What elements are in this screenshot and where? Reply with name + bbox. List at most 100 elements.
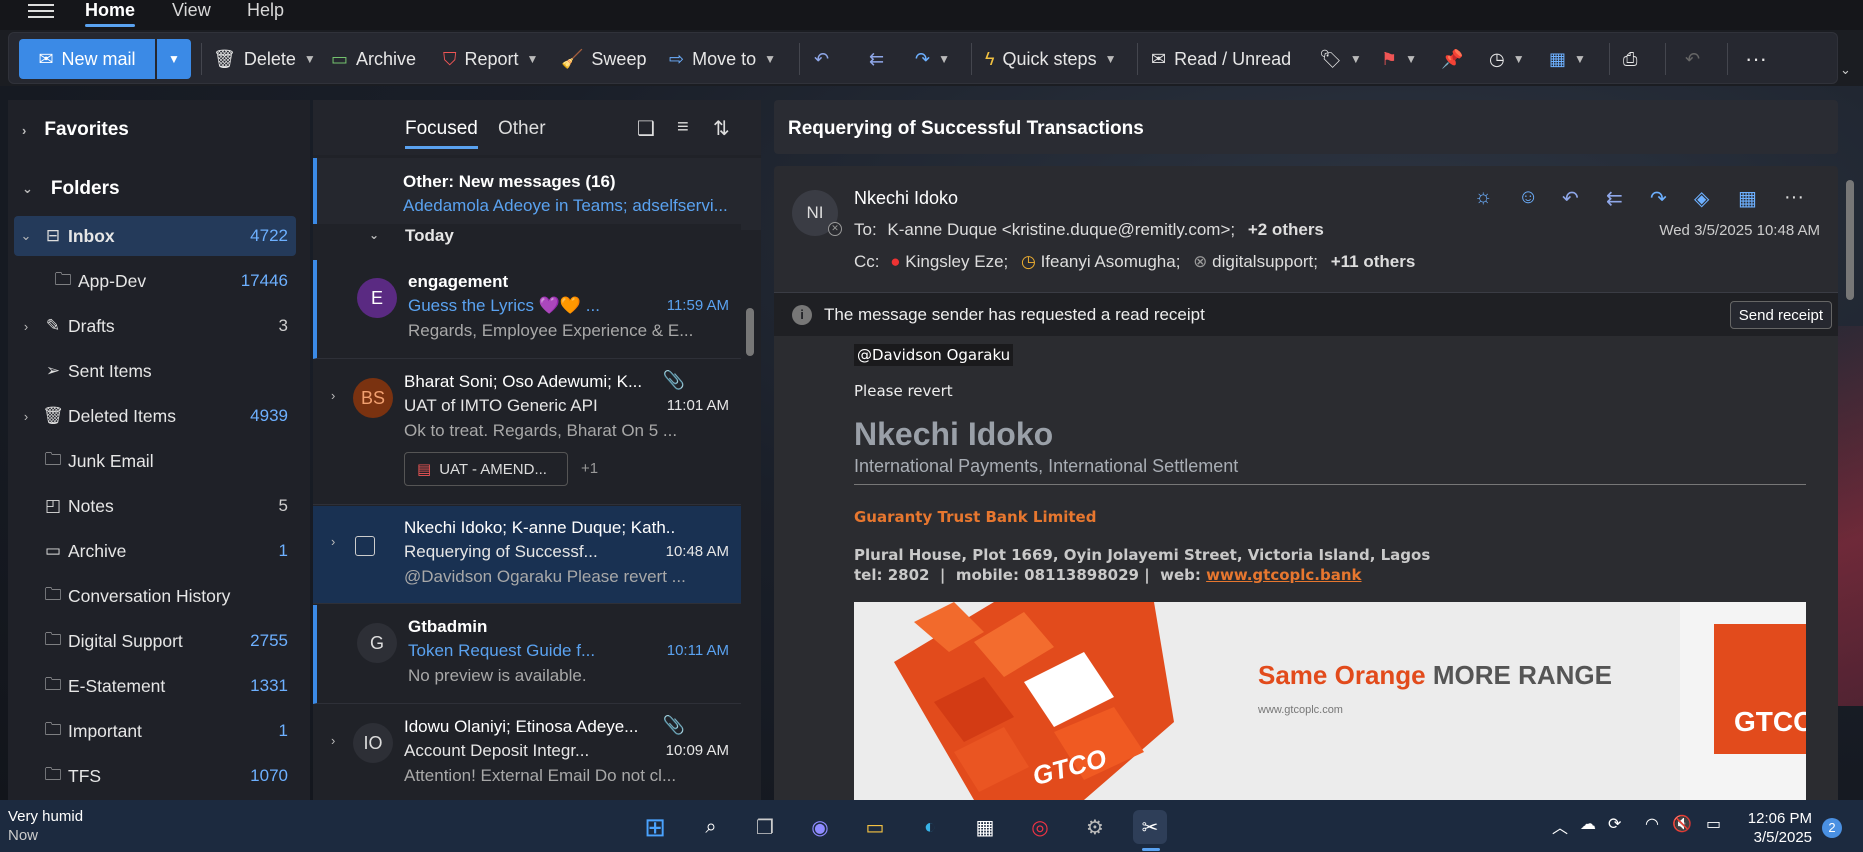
filter-icon[interactable]: ≡ [677, 116, 689, 139]
folder-digital-support[interactable]: 🗀 Digital Support 2755 [14, 621, 296, 661]
folder-drafts[interactable]: › ✎ Drafts 3 [14, 306, 296, 346]
mention[interactable]: @Davidson Ogaraku [854, 344, 1014, 366]
more-actions-icon[interactable]: ··· [1784, 186, 1804, 209]
reading-pane-scrollbar[interactable] [1846, 180, 1854, 300]
chevron-up-icon[interactable]: ︿ [1552, 814, 1568, 838]
read-unread-button[interactable]: ✉ Read / Unread [1151, 41, 1291, 77]
folder-app-dev[interactable]: 🗀 App-Dev 17446 [14, 261, 296, 301]
new-mail-button[interactable]: ✉ New mail [19, 39, 155, 79]
undo-button[interactable]: ↶ [1685, 41, 1700, 77]
send-receipt-button[interactable]: Send receipt [1729, 301, 1832, 329]
chevron-right-icon[interactable]: › [331, 388, 335, 403]
folder-deleted-items[interactable]: › 🗑 Deleted Items 4939 [14, 396, 296, 436]
message-item[interactable]: › BS Bharat Soni; Oso Adewumi; K... 📎 UA… [313, 360, 741, 505]
reply-all-button[interactable]: ⇇ [869, 41, 884, 77]
archive-button[interactable]: ▭ Archive [331, 41, 416, 77]
delete-button[interactable]: 🗑 Delete ▼ [213, 41, 316, 77]
move-to-button[interactable]: ⇨ Move to ▼ [669, 41, 776, 77]
other-new-messages-banner[interactable]: Other: New messages (16) Adedamola Adeoy… [313, 158, 761, 230]
reply-icon[interactable]: ↶ [1562, 186, 1579, 211]
sort-icon[interactable]: ⇅ [713, 116, 730, 141]
folder-notes[interactable]: ◰ Notes 5 [14, 486, 296, 526]
hamburger-menu-icon[interactable] [28, 0, 54, 20]
favorites-header[interactable]: › Favorites [22, 119, 129, 141]
rules-button[interactable]: ▦ ▼ [1549, 41, 1586, 77]
to-recipient[interactable]: K-anne Duque <kristine.duque@remitly.com… [887, 220, 1235, 239]
wifi-icon[interactable]: ◠ [1645, 814, 1659, 834]
cc-recipient[interactable]: digitalsupport; [1212, 252, 1318, 271]
folder-important[interactable]: 🗀 Important 1 [14, 711, 296, 751]
folders-header[interactable]: ⌄ Folders [22, 178, 120, 200]
quick-steps-button[interactable]: ϟ Quick steps ▼ [985, 41, 1116, 77]
cc-recipient[interactable]: Ifeanyi Asomugha; [1041, 252, 1181, 271]
categorize-button[interactable]: 🏷 ▼ [1319, 41, 1362, 77]
to-more-recipients[interactable]: +2 others [1248, 220, 1324, 239]
ribbon-collapse-icon[interactable]: ⌄ [1840, 62, 1851, 78]
speaker-muted-icon[interactable]: 🔇 [1672, 814, 1692, 834]
teams-share-icon[interactable]: ◈ [1694, 186, 1709, 211]
reply-all-icon[interactable]: ⇇ [1606, 186, 1623, 211]
weather-widget[interactable]: Very humid Now [8, 808, 83, 844]
tab-home[interactable]: Home [85, 0, 136, 27]
tab-help[interactable]: Help [247, 0, 284, 21]
emoji-reaction-icon[interactable]: ☺ [1518, 186, 1538, 209]
sweep-button[interactable]: 🧹 Sweep [561, 41, 646, 77]
forward-button[interactable]: ↷ ▼ [915, 41, 950, 77]
clock[interactable]: 12:06 PM 3/5/2025 [1746, 810, 1812, 846]
tab-focused[interactable]: Focused [405, 118, 478, 149]
tab-other[interactable]: Other [498, 118, 546, 140]
report-button[interactable]: ⛉ Report ▼ [443, 41, 538, 77]
folder-e-statement[interactable]: 🗀 E-Statement 1331 [14, 666, 296, 706]
pin-button[interactable]: 📌 [1441, 41, 1463, 77]
message-item[interactable]: G Gtbadmin Token Request Guide f... 10:1… [313, 605, 741, 704]
apps-icon[interactable]: ▦ [1738, 186, 1757, 211]
folder-sent-items[interactable]: ➢ Sent Items [14, 351, 296, 391]
sync-icon[interactable]: ⟳ [1608, 814, 1621, 834]
cc-recipient[interactable]: Kingsley Eze; [905, 252, 1008, 271]
ribbon-toolbar: ✉ New mail ▼ 🗑 Delete ▼ ▭ Archive ⛉ Report ▼ … [8, 32, 1838, 84]
sender-name[interactable]: Nkechi Idoko [854, 188, 958, 209]
attachment-chip[interactable]: ▤ UAT - AMEND... [404, 452, 568, 486]
notification-badge[interactable]: 2 [1822, 818, 1842, 838]
task-view-icon[interactable]: ❐ [748, 810, 782, 844]
immersive-reader-icon[interactable]: ☼ [1474, 186, 1492, 209]
search-icon[interactable]: ⌕ [694, 810, 728, 844]
message-checkbox[interactable] [355, 536, 375, 556]
snooze-button[interactable]: ◷ ▼ [1489, 41, 1525, 77]
scrollbar-thumb[interactable] [746, 308, 754, 356]
group-header-today[interactable]: ⌄ Today [313, 224, 741, 248]
snipping-tool-icon[interactable]: ✂ [1133, 810, 1167, 844]
chevron-right-icon[interactable]: › [331, 733, 335, 748]
tab-view[interactable]: View [172, 0, 211, 21]
folder-tfs[interactable]: 🗀 TFS 1070 [14, 756, 296, 796]
forward-icon[interactable]: ↷ [1650, 186, 1667, 211]
website-link[interactable]: www.gtcoplc.bank [1206, 566, 1361, 584]
battery-icon[interactable]: ▭ [1706, 814, 1721, 834]
folder-junk-email[interactable]: 🗀 Junk Email [14, 441, 296, 481]
select-icon[interactable]: ❑ [637, 116, 655, 141]
new-mail-dropdown[interactable]: ▼ [157, 39, 191, 79]
message-item-selected[interactable]: › Nkechi Idoko; K-anne Duque; Kath... Re… [313, 506, 741, 604]
more-options-button[interactable]: ··· [1745, 41, 1767, 77]
message-item[interactable]: › IO Idowu Olaniyi; Etinosa Adeye... 📎 A… [313, 705, 741, 800]
signature-contacts: tel: 2802 | mobile: 08113898029 | web: w… [854, 566, 1362, 584]
store-icon[interactable]: ▦ [968, 810, 1002, 844]
chat-icon[interactable]: ◉ [803, 810, 837, 844]
folder-inbox[interactable]: ⌄ ⊟ Inbox 4722 [14, 216, 296, 256]
cc-more-recipients[interactable]: +11 others [1331, 252, 1416, 271]
chevron-down-icon: ▼ [764, 52, 777, 66]
folder-icon: 🗀 [44, 449, 62, 469]
edge-browser-icon[interactable]: ◐ [913, 810, 947, 844]
reply-button[interactable]: ↶ [814, 41, 829, 77]
settings-gear-icon[interactable]: ⚙ [1078, 810, 1112, 844]
onedrive-icon[interactable]: ☁ [1580, 814, 1596, 834]
folder-archive[interactable]: ▭ Archive 1 [14, 531, 296, 571]
message-item[interactable]: E engagement Guess the Lyrics 💜🧡 ... 11:… [313, 260, 741, 359]
folder-conversation-history[interactable]: 🗀 Conversation History [14, 576, 296, 616]
flag-button[interactable]: ⚑ ▼ [1381, 41, 1417, 77]
print-button[interactable]: ⎙ [1623, 41, 1637, 77]
windows-start-icon[interactable]: ⊞ [638, 810, 672, 844]
chevron-right-icon[interactable]: › [331, 534, 335, 549]
chrome-icon[interactable]: ◎ [1023, 810, 1057, 844]
file-explorer-icon[interactable]: ▭ [858, 810, 892, 844]
